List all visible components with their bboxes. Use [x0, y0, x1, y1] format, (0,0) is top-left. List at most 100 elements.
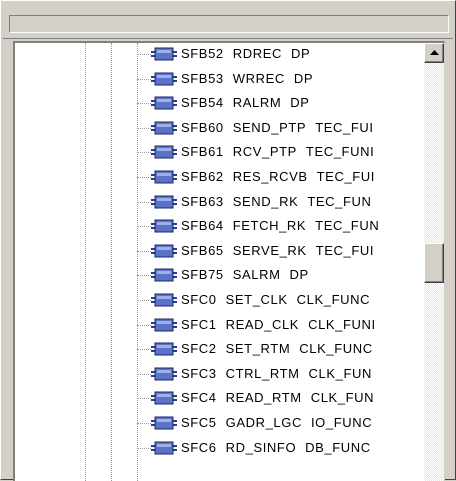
header-bar	[9, 15, 449, 33]
tree-connector	[137, 324, 151, 326]
tree-connector	[137, 423, 151, 424]
function-block-icon	[151, 318, 177, 332]
block-number: SFB52	[181, 46, 224, 61]
function-block-icon	[151, 244, 177, 258]
block-number: SFB63	[181, 193, 224, 209]
tree-item[interactable]: SFC6 RD_SINFO DB_FUNC	[15, 437, 423, 459]
function-block-icon	[151, 96, 177, 110]
tree-item[interactable]: SFB65 SERVE_RK TEC_FUI	[15, 240, 423, 262]
tree-item[interactable]: SFB60 SEND_PTP TEC_FUI	[15, 117, 423, 139]
block-number: SFB53	[181, 70, 224, 86]
tree-connector	[137, 250, 151, 252]
scroll-thumb[interactable]	[424, 243, 444, 283]
block-family: DP	[293, 70, 314, 86]
function-block-icon	[151, 145, 177, 159]
tree-connector	[137, 152, 151, 154]
tree-item[interactable]: SFC2 SET_RTM CLK_FUNC	[15, 338, 423, 360]
tree-item[interactable]: SFC4 READ_RTM CLK_FUN	[15, 387, 423, 409]
function-block-icon	[151, 391, 177, 405]
block-family: CLK_FUN	[308, 365, 372, 381]
block-number: SFB61	[181, 144, 224, 160]
tree-connector	[137, 177, 151, 178]
block-family: IO_FUNC	[310, 415, 373, 430]
tree-item[interactable]: SFC3 CTRL_RTM CLK_FUN	[15, 363, 423, 385]
block-family: DB_FUNC	[305, 439, 371, 455]
block-family: TEC_FUI	[315, 119, 374, 135]
function-block-icon	[151, 342, 177, 356]
block-number: SFC0	[181, 292, 217, 307]
block-number: SFB62	[181, 169, 224, 184]
tree-connector	[137, 54, 151, 55]
block-name: CTRL_RTM	[225, 365, 300, 381]
tree-item[interactable]: SFB64 FETCH_RK TEC_FUN	[15, 215, 423, 237]
block-name: READ_RTM	[225, 390, 302, 406]
block-tree-view[interactable]: SFB52 RDREC DP SFB53 WRREC DP SFB54 RALRM DP	[13, 41, 445, 481]
block-name: SET_CLK	[225, 292, 288, 307]
window-frame: SFB52 RDREC DP SFB53 WRREC DP SFB54 RALRM DP	[0, 0, 456, 481]
tree-item[interactable]: SFB52 RDREC DP	[15, 43, 423, 65]
block-number: SFC3	[181, 365, 217, 381]
block-number: SFC4	[181, 390, 217, 406]
tree-connector	[137, 78, 151, 80]
scroll-up-button[interactable]	[424, 43, 444, 63]
function-block-icon	[151, 293, 177, 307]
block-family: DP	[290, 46, 311, 61]
block-family: TEC_FUN	[307, 193, 372, 209]
block-number: SFB65	[181, 242, 224, 258]
block-name: RDREC	[232, 46, 282, 61]
tree-connector	[137, 349, 151, 351]
tree-item[interactable]: SFC5 GADR_LGC IO_FUNC	[15, 412, 423, 434]
block-number: SFB60	[181, 119, 224, 135]
tree-item[interactable]: SFC0 SET_CLK CLK_FUNC	[15, 289, 423, 311]
tree-item[interactable]: SFC1 READ_CLK CLK_FUNI	[15, 314, 423, 336]
tree-connector	[137, 275, 151, 277]
block-name: SERVE_RK	[232, 242, 307, 258]
tree-item[interactable]: SFB61 RCV_PTP TEC_FUNI	[15, 141, 423, 163]
block-name: RALRM	[232, 95, 282, 111]
tree-connector	[137, 398, 151, 400]
tree-item[interactable]: SFB63 SEND_RK TEC_FUN	[15, 191, 423, 213]
tree-connector	[137, 447, 151, 449]
function-block-icon	[151, 367, 177, 381]
block-name: FETCH_RK	[232, 218, 307, 234]
block-number: SFB54	[181, 95, 224, 111]
tree-connector	[137, 127, 151, 129]
function-block-icon	[151, 268, 177, 282]
vertical-scrollbar[interactable]	[424, 43, 444, 481]
block-number: SFB64	[181, 218, 224, 234]
tree-item[interactable]: SFB54 RALRM DP	[15, 92, 423, 114]
tree-connector	[137, 300, 151, 301]
block-family: CLK_FUNC	[299, 341, 373, 357]
tree-body: SFB52 RDREC DP SFB53 WRREC DP SFB54 RALRM DP	[15, 43, 423, 481]
block-name: RD_SINFO	[225, 439, 297, 455]
function-block-icon	[151, 441, 177, 455]
tree-connector	[137, 226, 151, 228]
block-name: READ_CLK	[225, 316, 300, 332]
block-name: SET_RTM	[225, 341, 291, 357]
function-block-icon	[151, 416, 177, 430]
tree-connector	[137, 103, 151, 105]
function-block-icon	[151, 121, 177, 135]
function-block-icon	[151, 72, 177, 86]
block-number: SFB75	[181, 267, 224, 283]
block-number: SFC5	[181, 415, 217, 430]
function-block-icon	[151, 195, 177, 209]
function-block-icon	[151, 170, 177, 184]
block-family: CLK_FUNC	[296, 292, 371, 307]
block-family: TEC_FUN	[315, 218, 380, 234]
block-name: SEND_PTP	[232, 119, 307, 135]
block-family: TEC_FUI	[316, 169, 376, 184]
block-name: RCV_PTP	[232, 144, 297, 160]
block-family: TEC_FUI	[315, 242, 375, 258]
block-family: CLK_FUNI	[308, 316, 376, 332]
tree-item[interactable]: SFB62 RES_RCVB TEC_FUI	[15, 166, 423, 188]
block-family: DP	[289, 267, 309, 283]
function-block-icon	[151, 47, 177, 61]
tree-item[interactable]: SFB75 SALRM DP	[15, 264, 423, 286]
block-name: WRREC	[232, 70, 285, 86]
arrow-up-icon	[430, 50, 439, 55]
block-name: GADR_LGC	[225, 415, 302, 430]
block-family: TEC_FUNI	[305, 144, 375, 160]
tree-item[interactable]: SFB53 WRREC DP	[15, 68, 423, 90]
block-name: SALRM	[232, 267, 281, 283]
